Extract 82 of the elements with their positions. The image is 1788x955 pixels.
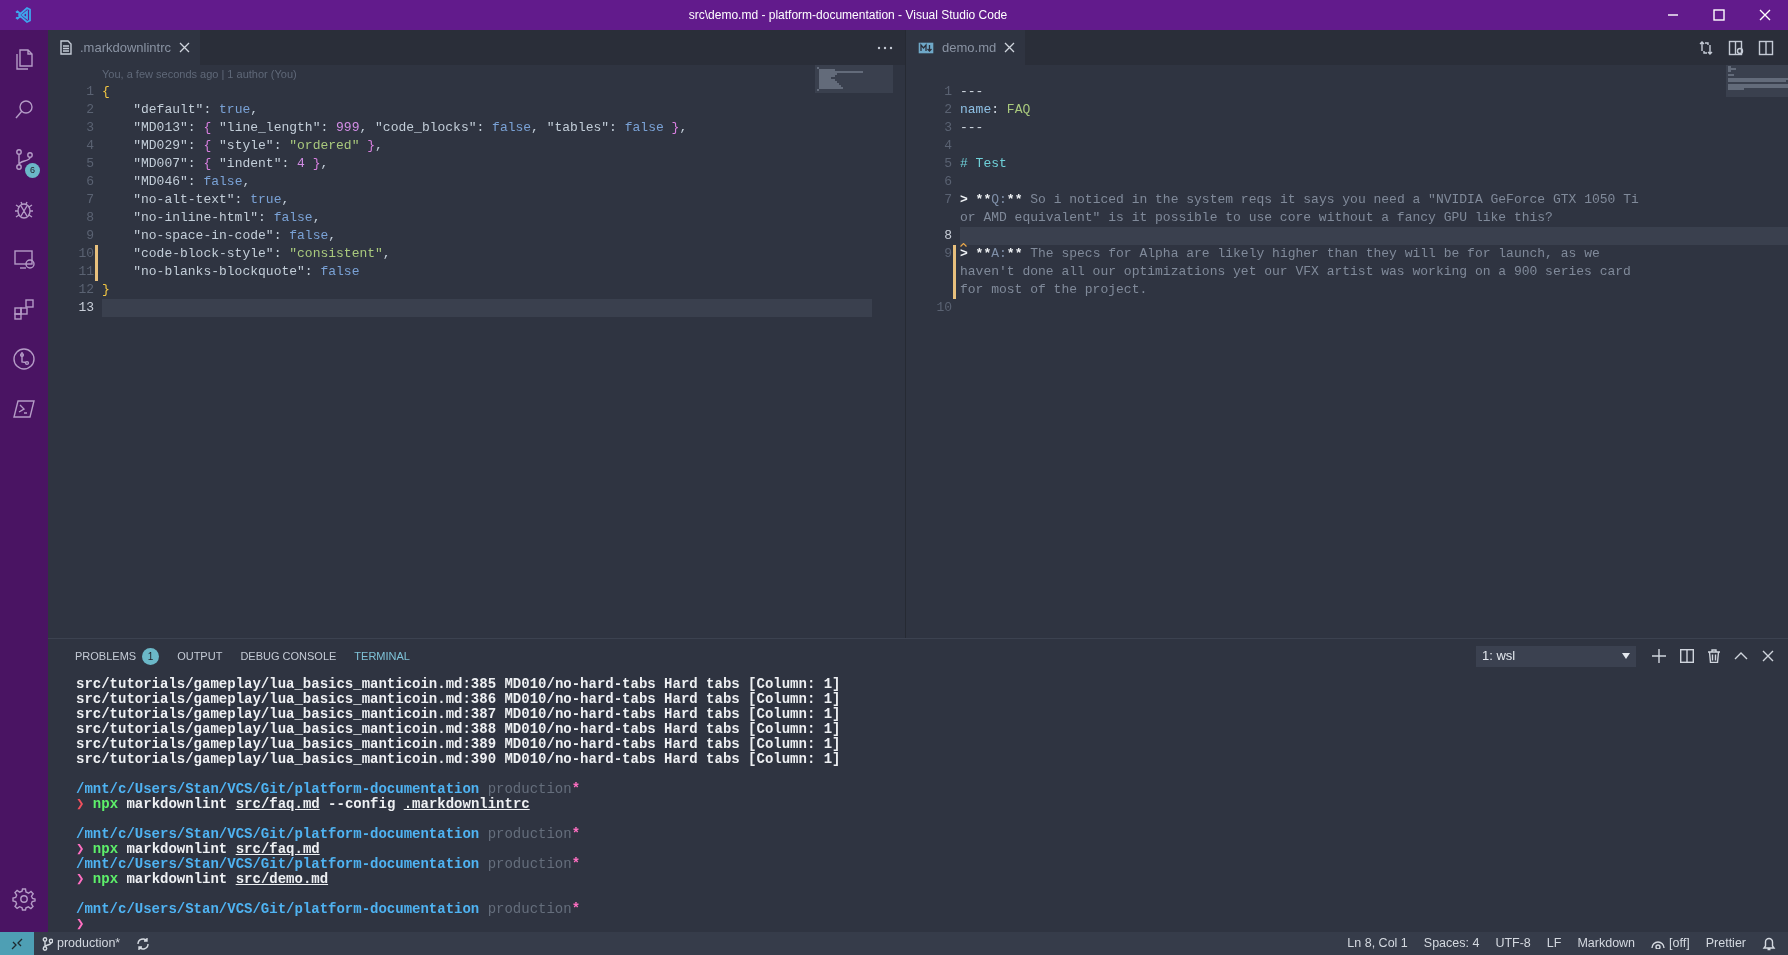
split-editor-icon[interactable] bbox=[1758, 39, 1774, 56]
trash-icon[interactable] bbox=[1708, 649, 1720, 663]
terminal-line: ❯ npx markdownlint src/faq.md bbox=[76, 842, 321, 857]
status-item[interactable]: Prettier bbox=[1697, 934, 1754, 953]
status-item[interactable]: Ln 8, Col 1 bbox=[1339, 934, 1416, 953]
branch-icon bbox=[42, 936, 53, 951]
terminal-line: src/tutorials/gameplay/lua_basics_manticoin.md:386 MD010/no-hard-tabs Hard tabs [Column: 1] bbox=[76, 692, 842, 707]
code-line: "no-space-in-code": false, bbox=[132, 227, 338, 245]
terminal-line: ❯ npx markdownlint src/demo.md bbox=[76, 872, 330, 887]
status-item[interactable]: Spaces: 4 bbox=[1415, 934, 1488, 953]
terminal-line: src/tutorials/gameplay/lua_basics_manticoin.md:385 MD010/no-hard-tabs Hard tabs [Column: 1] bbox=[76, 677, 842, 692]
code-line: } bbox=[102, 281, 111, 299]
code-line: "default": true, bbox=[132, 101, 260, 119]
terminal-icon[interactable] bbox=[12, 397, 36, 421]
code-line: "no-inline-html": false, bbox=[132, 209, 322, 227]
panel-tab[interactable]: TERMINAL bbox=[345, 647, 419, 665]
extensions-icon[interactable] bbox=[12, 297, 36, 321]
terminal-dropdown[interactable]: 1: wsl bbox=[1476, 645, 1636, 667]
code-line: for most of the project. bbox=[960, 281, 1149, 299]
code-line: "MD013": { "line_length": 999, "code_blocks": false, "tables": false }, bbox=[132, 119, 689, 137]
caret-icon bbox=[1622, 653, 1630, 659]
code-line: "code-block-style": "consistent", bbox=[132, 245, 392, 263]
monitor-icon[interactable] bbox=[12, 247, 36, 271]
terminal-line: /mnt/c/Users/Stan/VCS/Git/platform-documentation production* bbox=[76, 902, 582, 917]
preview-icon[interactable] bbox=[1728, 39, 1744, 56]
plus-icon[interactable] bbox=[1652, 649, 1666, 663]
terminal-line: src/tutorials/gameplay/lua_basics_manticoin.md:390 MD010/no-hard-tabs Hard tabs [Column: 1] bbox=[76, 752, 842, 767]
status-item[interactable]: LF bbox=[1538, 934, 1570, 953]
code-line: "MD029": { "style": "ordered" }, bbox=[132, 137, 384, 155]
terminal-line: src/tutorials/gameplay/lua_basics_manticoin.md:387 MD010/no-hard-tabs Hard tabs [Column: 1] bbox=[76, 707, 842, 722]
panel-tab[interactable]: PROBLEMS 1 bbox=[66, 647, 169, 665]
code-line: > **A:** The specs for Alpha are likely higher than they will be for launch, as we bbox=[960, 245, 1601, 263]
file-icon bbox=[60, 40, 72, 55]
compare-changes-icon[interactable] bbox=[1698, 39, 1714, 56]
editor-tab[interactable]: demo.md bbox=[906, 30, 1026, 65]
code-line: name: FAQ bbox=[960, 101, 1032, 119]
split-terminal-icon[interactable] bbox=[1680, 649, 1694, 663]
code-line: "no-alt-text": true, bbox=[132, 191, 291, 209]
code-line: { bbox=[102, 83, 111, 101]
branch-button[interactable]: production* bbox=[34, 934, 129, 953]
settings-icon[interactable] bbox=[12, 887, 36, 911]
code-line: "MD007": { "indent": 4 }, bbox=[132, 155, 330, 173]
line-number: 8 bbox=[943, 227, 952, 245]
code-line: --- bbox=[960, 119, 985, 137]
window-title: src\demo.md - platform-documentation - Visual Studio Code bbox=[687, 7, 1009, 24]
code-line: > **Q:** So i noticed in the system reqs it says you need a "NVIDIA GeForce GTX 1050 Ti bbox=[960, 191, 1640, 209]
line-number: 13 bbox=[77, 299, 94, 317]
code-line: "MD046": false, bbox=[132, 173, 252, 191]
terminal-line: ❯ npx markdownlint src/faq.md --config .markdownlintrc bbox=[76, 797, 531, 812]
maximize-button[interactable] bbox=[1713, 9, 1725, 21]
search-icon[interactable] bbox=[12, 97, 36, 121]
git-graph-icon[interactable] bbox=[12, 347, 36, 371]
terminal-line: /mnt/c/Users/Stan/VCS/Git/platform-documentation production* bbox=[76, 782, 582, 797]
status-item[interactable]: UTF-8 bbox=[1487, 934, 1539, 953]
tab-close-button[interactable] bbox=[1004, 42, 1016, 53]
remote-icon bbox=[11, 937, 23, 950]
terminal-line: src/tutorials/gameplay/lua_basics_manticoin.md:388 MD010/no-hard-tabs Hard tabs [Column: 1] bbox=[76, 722, 842, 737]
terminal-line: ❯ bbox=[76, 917, 86, 932]
bell-icon[interactable] bbox=[1762, 936, 1776, 951]
count-badge: 6 bbox=[25, 163, 40, 178]
markdown-icon bbox=[918, 41, 934, 54]
terminal-line: /mnt/c/Users/Stan/VCS/Git/platform-documentation production* bbox=[76, 857, 582, 872]
terminal-line: /mnt/c/Users/Stan/VCS/Git/platform-documentation production* bbox=[76, 827, 582, 842]
status-item[interactable]: Markdown bbox=[1569, 934, 1644, 953]
editor-tab[interactable]: .markdownlintrc bbox=[48, 30, 201, 65]
app-logo-icon bbox=[14, 6, 32, 24]
panel-tab[interactable]: OUTPUT bbox=[168, 647, 232, 665]
code-line: # Test bbox=[960, 155, 1008, 173]
code-line: "no-blanks-blockquote": false bbox=[132, 263, 361, 281]
code-line: or AMD equivalent" is it possible to use core without a fancy GPU like this? bbox=[960, 209, 1554, 227]
close-panel-icon[interactable] bbox=[1762, 650, 1774, 662]
sync-icon[interactable] bbox=[136, 936, 151, 951]
terminal-line: src/tutorials/gameplay/lua_basics_manticoin.md:389 MD010/no-hard-tabs Hard tabs [Column: 1] bbox=[76, 737, 842, 752]
more-actions-icon[interactable] bbox=[877, 45, 893, 50]
close-button[interactable] bbox=[1759, 9, 1771, 21]
code-line: haven't done all our optimizations yet our VFX artist was working on a 900 series card bbox=[960, 263, 1632, 281]
eye-icon bbox=[1651, 938, 1666, 949]
status-item[interactable]: [off] bbox=[1643, 934, 1698, 953]
code-line: --- bbox=[960, 83, 985, 101]
panel-tab[interactable]: DEBUG CONSOLE bbox=[231, 647, 346, 665]
chevron-up-icon[interactable] bbox=[1734, 652, 1748, 660]
tab-close-button[interactable] bbox=[179, 42, 191, 53]
